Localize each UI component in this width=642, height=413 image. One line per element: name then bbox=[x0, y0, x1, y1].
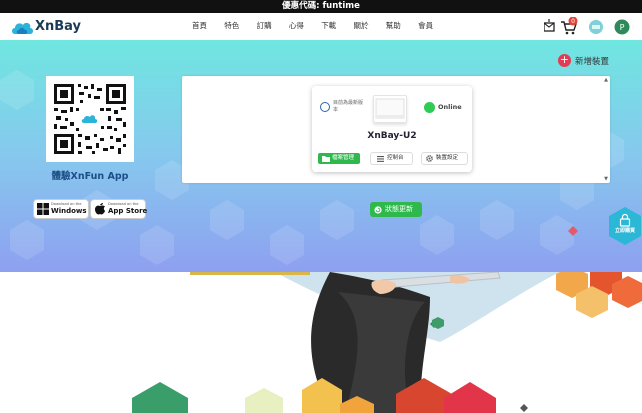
top-navbar: XnBay 首頁 特色 訂購 心得 下載 關於 幫助 會員 0 P bbox=[0, 13, 642, 40]
refresh-icon bbox=[320, 102, 330, 112]
device-card: 目前為最新版本 Online XnBay-U2 檔案管理 控制台 裝置設定 bbox=[312, 86, 472, 172]
windows-store-caption: Download on the bbox=[51, 202, 82, 206]
refresh-circle-icon bbox=[374, 205, 382, 214]
plus-icon: + bbox=[558, 53, 571, 67]
online-status-dot bbox=[424, 102, 435, 113]
windows-logo-icon bbox=[37, 203, 49, 215]
language-icon[interactable] bbox=[589, 20, 603, 34]
buy-now-label: 立即購買 bbox=[614, 228, 635, 234]
buy-now-button[interactable]: 立即購買 bbox=[608, 206, 642, 246]
app-promo-title: 體驗XnFun App bbox=[51, 171, 129, 182]
list-icon bbox=[377, 155, 384, 162]
decorative-illustration bbox=[0, 272, 642, 413]
header-actions: 0 P bbox=[544, 17, 630, 35]
file-manager-label: 檔案管理 bbox=[332, 155, 355, 161]
brand-logo[interactable]: XnBay bbox=[10, 17, 82, 37]
device-image bbox=[373, 95, 407, 123]
nav-download[interactable]: 下載 bbox=[321, 20, 353, 31]
nav-features[interactable]: 特色 bbox=[224, 20, 256, 31]
cloud-logo-icon bbox=[12, 22, 33, 34]
device-status-text: Online bbox=[438, 103, 462, 111]
device-list-panel: ▲ ▼ 目前為最新版本 Online XnBay-U2 檔案管理 控制台 裝置設… bbox=[182, 76, 610, 183]
device-name: XnBay-U2 bbox=[367, 131, 417, 141]
file-manager-button[interactable]: 檔案管理 bbox=[318, 153, 360, 164]
mailbox-icon[interactable] bbox=[544, 19, 555, 32]
nav-order[interactable]: 訂購 bbox=[257, 20, 289, 31]
nav-help[interactable]: 幫助 bbox=[386, 20, 418, 31]
windows-store-label: Windows bbox=[51, 207, 87, 215]
nav-about[interactable]: 關於 bbox=[353, 20, 385, 31]
main-nav: 首頁 特色 訂購 心得 下載 關於 幫助 會員 bbox=[192, 20, 450, 31]
folder-icon bbox=[322, 155, 330, 162]
device-settings-label: 裝置設定 bbox=[436, 155, 459, 161]
qr-code-icon bbox=[54, 84, 126, 154]
scroll-up-icon[interactable]: ▲ bbox=[604, 77, 608, 83]
qr-code bbox=[46, 76, 134, 162]
apple-logo-icon bbox=[95, 203, 105, 215]
promo-code-bar: 優惠代碼: funtime bbox=[0, 0, 642, 13]
console-label: 控制台 bbox=[387, 155, 404, 161]
status-update-button[interactable]: 狀態更新 bbox=[370, 202, 422, 217]
app-store-caption: Download on the bbox=[108, 202, 139, 206]
gear-icon bbox=[426, 155, 433, 162]
user-initial: P bbox=[620, 23, 625, 32]
device-box-icon bbox=[375, 98, 405, 119]
device-hero: 體驗XnFun App Download on the Windows Down… bbox=[0, 40, 642, 272]
nav-reviews[interactable]: 心得 bbox=[289, 20, 321, 31]
app-store-label: App Store bbox=[108, 207, 148, 215]
hexagon-button-icon bbox=[609, 207, 641, 245]
windows-store-button[interactable]: Download on the Windows bbox=[34, 200, 88, 218]
nav-home[interactable]: 首頁 bbox=[192, 20, 224, 31]
feature-banner bbox=[0, 272, 642, 413]
add-device-label: 新增裝置 bbox=[575, 57, 610, 67]
nav-member[interactable]: 會員 bbox=[418, 20, 450, 31]
firmware-status-text: 目前為最新版本 bbox=[333, 100, 364, 113]
app-store-button[interactable]: Download on the App Store bbox=[91, 200, 148, 218]
scroll-down-icon[interactable]: ▼ bbox=[604, 176, 608, 182]
console-button[interactable]: 控制台 bbox=[371, 153, 412, 164]
status-update-label: 狀態更新 bbox=[385, 205, 413, 213]
cart-count: 0 bbox=[571, 18, 575, 25]
brand-name: XnBay bbox=[35, 19, 82, 34]
device-settings-button[interactable]: 裝置設定 bbox=[422, 153, 467, 164]
